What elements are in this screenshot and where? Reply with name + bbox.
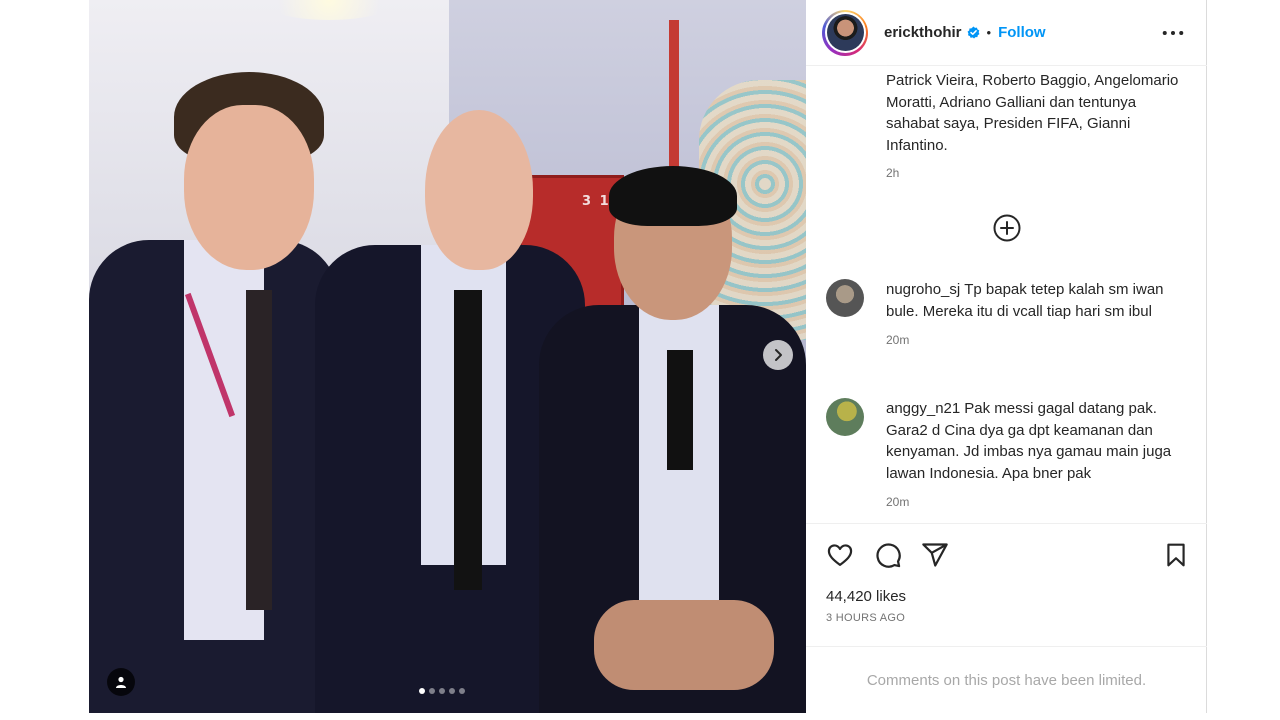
- more-options-icon: [1162, 30, 1184, 36]
- likes-count[interactable]: 44,420 likes: [826, 588, 906, 605]
- comment-button[interactable]: [873, 540, 903, 570]
- verified-badge-icon: [967, 26, 979, 39]
- caption-timestamp[interactable]: 2h: [886, 166, 1186, 180]
- bookmark-icon: [1167, 543, 1185, 567]
- username-link[interactable]: erickthohir: [884, 24, 962, 41]
- user-icon: [116, 676, 126, 688]
- carousel-dot: [449, 688, 455, 694]
- post-caption: Patrick Vieira, Roberto Baggio, Angeloma…: [886, 70, 1186, 180]
- header-separator: •: [986, 25, 992, 40]
- post-age: 3 HOURS AGO: [826, 612, 906, 624]
- plus-circle-icon: [993, 214, 1021, 242]
- share-button[interactable]: [920, 540, 950, 570]
- carousel-next-button[interactable]: [763, 340, 793, 370]
- send-icon: [922, 543, 948, 567]
- follow-button[interactable]: Follow: [998, 24, 1046, 41]
- heart-icon: [827, 544, 853, 567]
- carousel-dot: [439, 688, 445, 694]
- like-button[interactable]: [825, 540, 855, 570]
- comment-timestamp[interactable]: 20m: [886, 330, 1186, 352]
- comment-bubble-icon: [876, 543, 901, 568]
- commenter-username[interactable]: nugroho_sj: [886, 281, 960, 298]
- save-button[interactable]: [1161, 540, 1191, 570]
- comment-timestamp[interactable]: 20m: [886, 492, 1186, 514]
- profile-avatar: [826, 14, 864, 51]
- carousel-dot: [459, 688, 465, 694]
- commenter-avatar[interactable]: [826, 398, 864, 436]
- tagged-users-button[interactable]: [107, 668, 135, 696]
- commenter-username[interactable]: anggy_n21: [886, 400, 960, 417]
- load-more-comments-button[interactable]: [992, 213, 1022, 243]
- chevron-right-icon: [775, 349, 782, 361]
- carousel-dot: [429, 688, 435, 694]
- post-photo[interactable]: 3 1: [89, 0, 806, 713]
- post-header: erickthohir • Follow: [806, 0, 1207, 66]
- door-number: 3 1: [582, 194, 611, 209]
- post-actions-bar: 44,420 likes 3 HOURS AGO: [806, 523, 1207, 646]
- commenter-avatar[interactable]: [826, 279, 864, 317]
- carousel-dot: [419, 688, 425, 694]
- carousel-indicator: [419, 688, 465, 694]
- post-side-panel: erickthohir • Follow Patrick Vieira, Rob…: [806, 0, 1207, 713]
- caption-text: Patrick Vieira, Roberto Baggio, Angeloma…: [886, 72, 1179, 154]
- comments-limited-notice: Comments on this post have been limited.: [806, 646, 1207, 713]
- more-options-button[interactable]: [1161, 22, 1185, 44]
- avatar[interactable]: [822, 9, 868, 56]
